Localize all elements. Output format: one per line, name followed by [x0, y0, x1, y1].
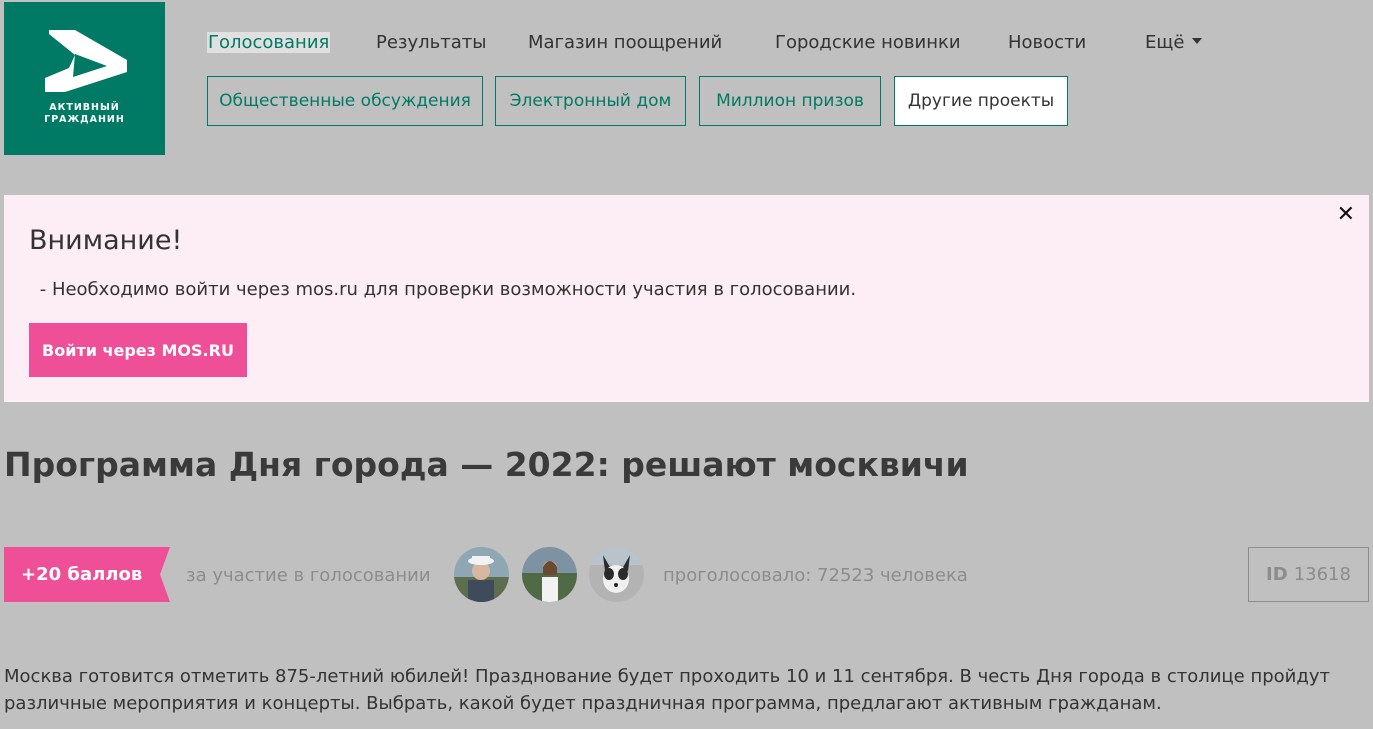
poll-description: Москва готовится отметить 875-летний юби… [4, 666, 1330, 714]
nav-item-more[interactable]: Ещё [1145, 32, 1203, 53]
alert-message: - Необходимо войти через mos.ru для пров… [34, 279, 857, 300]
avatar [589, 547, 644, 602]
nav-item-rewards-shop[interactable]: Магазин поощрений [528, 32, 722, 53]
caret-down-icon [1192, 38, 1203, 44]
votes-count: проголосовало: 72523 человека [663, 565, 968, 586]
nav-item-news[interactable]: Новости [1008, 32, 1086, 53]
nav-item-voting[interactable]: Голосования [207, 32, 331, 53]
nav-item-city-news[interactable]: Городские новинки [775, 32, 961, 53]
site-logo[interactable]: АКТИВНЫЙ ГРАЖДАНИН [4, 2, 165, 155]
login-alert: ✕ Внимание! - Необходимо войти через mos… [4, 195, 1369, 402]
nav-item-more-label: Ещё [1145, 32, 1185, 53]
avatar [454, 547, 509, 602]
nav-item-results[interactable]: Результаты [376, 32, 486, 53]
avatar [522, 547, 577, 602]
subnav-public-discussions[interactable]: Общественные обсуждения [207, 76, 483, 126]
logo-text-line2: ГРАЖДАНИН [44, 114, 125, 125]
page-title: Программа Дня города — 2022: решают моск… [4, 445, 969, 484]
points-caption: за участие в голосовании [186, 565, 431, 586]
close-icon[interactable]: ✕ [1337, 203, 1355, 227]
login-mos-ru-button[interactable]: Войти через MOS.RU [29, 323, 247, 377]
poll-id-badge: ID 13618 [1248, 547, 1369, 602]
poll-id-label: ID [1266, 564, 1288, 585]
subnav-other-projects[interactable]: Другие проекты [894, 76, 1068, 126]
poll-id-value: 13618 [1293, 564, 1351, 585]
logo-text-line1: АКТИВНЫЙ [49, 102, 120, 113]
letter-a-logo-icon [45, 30, 127, 92]
alert-title: Внимание! [29, 225, 183, 256]
points-badge: +20 баллов [4, 547, 170, 602]
subnav-million-prizes[interactable]: Миллион призов [699, 76, 881, 126]
subnav-electronic-house[interactable]: Электронный дом [495, 76, 686, 126]
